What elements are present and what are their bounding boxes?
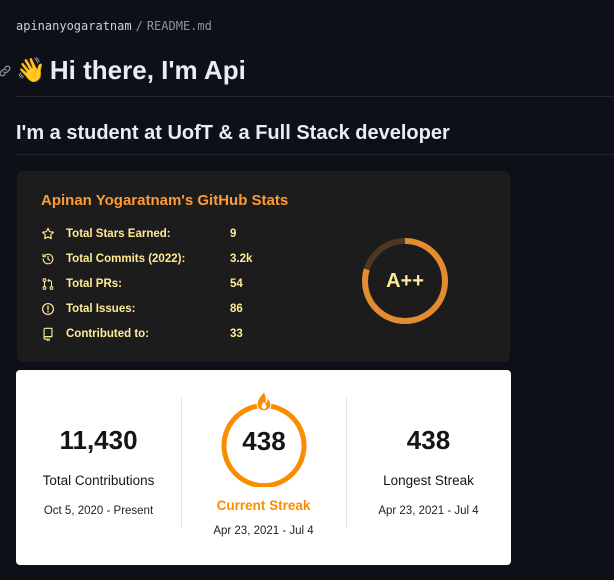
stat-row-commits: Total Commits (2022): 3.2k: [41, 250, 252, 268]
star-icon: [42, 227, 54, 240]
current-streak-value: 438: [242, 426, 286, 456]
column-divider: [181, 398, 182, 528]
stat-value: 33: [230, 328, 243, 340]
longest-streak-range: Apr 23, 2021 - Jul 4: [378, 505, 479, 517]
stat-row-prs: Total PRs: 54: [41, 275, 243, 293]
rank-grade: A++: [386, 269, 424, 292]
stat-row-issues: Total Issues: 86: [41, 300, 243, 318]
total-contributions-value: 11,430: [59, 425, 138, 455]
stat-row-contributed: Contributed to: 33: [41, 325, 243, 343]
subheading-divider: [16, 154, 614, 155]
streak-stats-card[interactable]: 11,430 Total Contributions Oct 5, 2020 -…: [16, 370, 511, 565]
fire-icon: [257, 392, 271, 411]
stat-label: Total Issues:: [66, 303, 136, 315]
stat-value: 3.2k: [230, 253, 253, 265]
subheading: I'm a student at UofT & a Full Stack dev…: [16, 122, 450, 144]
stat-label: Contributed to:: [66, 328, 150, 340]
page-title-text: Hi there, I'm Api: [49, 55, 246, 85]
heading-divider: [16, 96, 614, 97]
page-title: 👋 Hi there, I'm Api: [0, 55, 614, 86]
breadcrumb-repo-link[interactable]: apinanyogaratnam: [16, 19, 132, 33]
longest-streak-value: 438: [406, 425, 451, 455]
total-contributions-range: Oct 5, 2020 - Present: [43, 505, 154, 517]
stat-label: Total Stars Earned:: [66, 228, 171, 240]
breadcrumb-separator: /: [135, 19, 143, 33]
stat-row-stars: Total Stars Earned: 9: [41, 225, 236, 243]
issue-icon: [42, 303, 54, 315]
stat-value: 54: [230, 278, 243, 290]
current-streak-range: Apr 23, 2021 - Jul 4: [213, 525, 314, 537]
stats-card-title: Apinan Yogaratnam's GitHub Stats: [41, 192, 289, 209]
pull-request-icon: [42, 278, 54, 290]
github-stats-card[interactable]: Apinan Yogaratnam's GitHub Stats Total S…: [17, 171, 510, 362]
history-icon: [42, 253, 54, 265]
wave-emoji: 👋: [16, 57, 46, 84]
stat-label: Total PRs:: [66, 278, 123, 290]
current-streak-label: Current Streak: [216, 498, 311, 513]
total-contributions-label: Total Contributions: [42, 473, 155, 488]
link-icon[interactable]: [0, 64, 12, 78]
breadcrumb-file: README.md: [146, 19, 212, 33]
stat-value: 86: [230, 303, 243, 315]
breadcrumb: apinanyogaratnam / README.md: [16, 19, 212, 33]
longest-streak-label: Longest Streak: [383, 473, 474, 488]
stat-value: 9: [230, 228, 237, 240]
repo-icon: [43, 327, 53, 341]
stat-label: Total Commits (2022):: [66, 253, 186, 265]
